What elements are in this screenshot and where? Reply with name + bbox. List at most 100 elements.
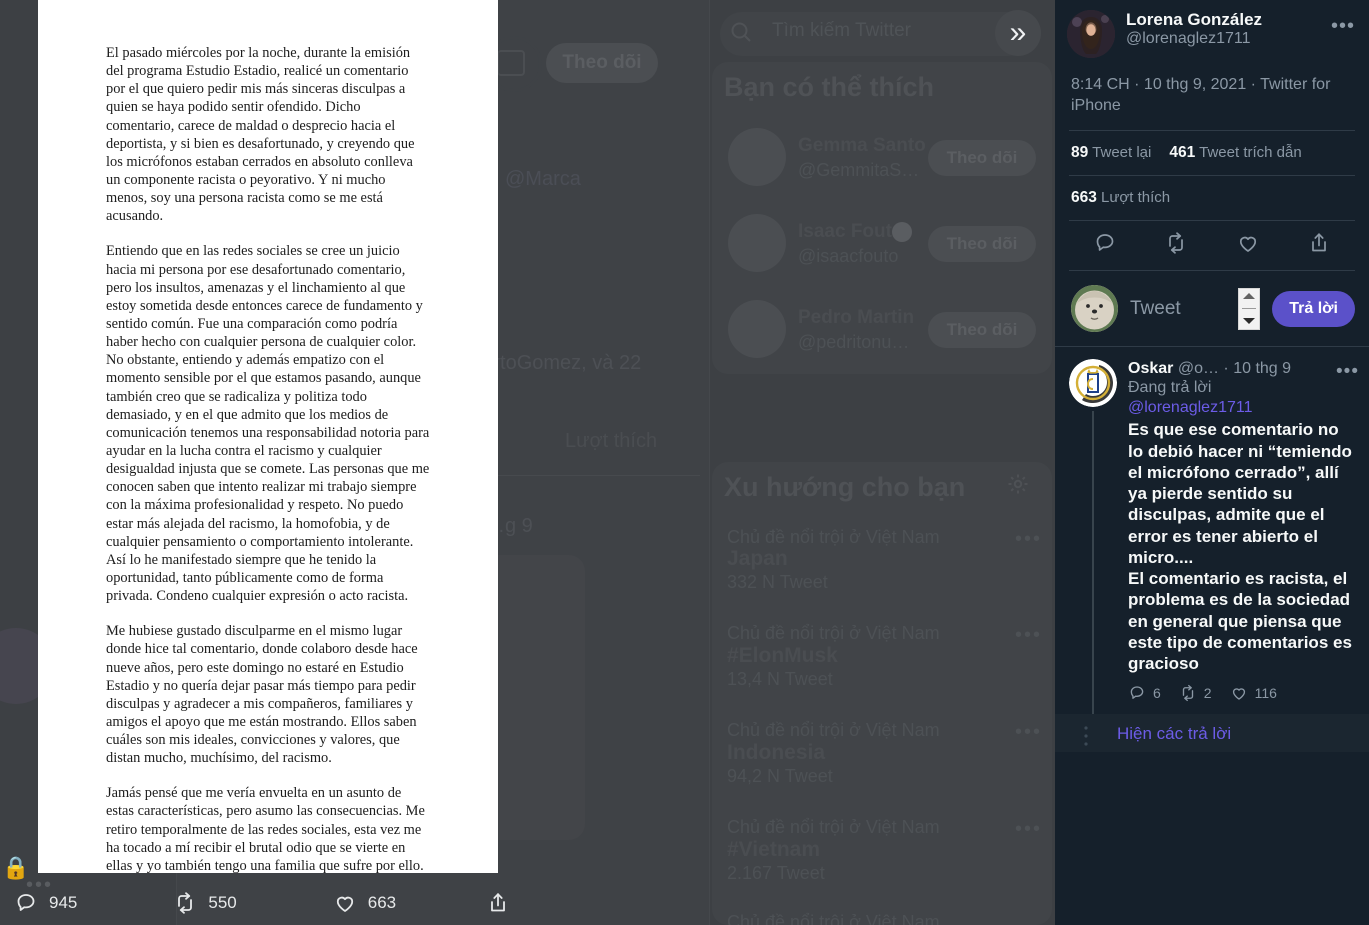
retweet-action[interactable]: 2 (1179, 684, 1212, 702)
document-paragraph: El pasado miércoles por la noche, durant… (106, 45, 415, 225)
separator: · (1223, 360, 1229, 378)
trend-name[interactable]: #Vietnam (727, 838, 820, 862)
source-handle: @Marca (505, 168, 581, 190)
tweet-stats-likes: 663 Lượt thích (1055, 176, 1369, 220)
trend-category: Chủ đề nổi trội ở Việt Nam (727, 623, 940, 643)
replying-to-handle[interactable]: @lorenaglez1711 (1128, 398, 1355, 418)
more-icon[interactable]: ••• (1015, 721, 1042, 744)
quotes-count: 461 (1169, 144, 1196, 162)
like-action[interactable]: 116 (1230, 684, 1277, 702)
retweets-label: Tweet lại (1092, 144, 1152, 162)
lock-icon: 🔒 (2, 855, 30, 880)
retweet-count: 550 (208, 892, 237, 912)
gear-icon[interactable] (1006, 472, 1030, 496)
avatar[interactable] (728, 214, 786, 272)
reply-count: 945 (49, 892, 78, 912)
tweet-actions (1055, 221, 1369, 270)
document-image-viewer[interactable]: El pasado miércoles por la noche, durant… (38, 0, 498, 873)
reply-icon (14, 891, 38, 915)
document-paragraph: Jamás pensé que me vería envuelta en un … (106, 785, 425, 873)
more-icon[interactable]: ••• (1015, 528, 1042, 551)
reply-icon[interactable] (1093, 231, 1117, 260)
follow-button[interactable]: Theo dõi (928, 226, 1036, 262)
reply-input[interactable]: Tweet (1130, 298, 1226, 320)
replying-to-label: Đang trả lời (1128, 379, 1212, 397)
trend-name[interactable]: Japan (727, 547, 788, 571)
likes-stat[interactable]: 663 Lượt thích (1071, 189, 1170, 207)
follow-button[interactable]: Theo dõi (928, 140, 1036, 176)
tweet-stats-retweets: 89 Tweet lại 461 Tweet trích dẫn (1055, 131, 1369, 175)
search-placeholder: Tìm kiếm Twitter (772, 20, 911, 41)
trends-title: Xu hướng cho bạn (724, 472, 966, 502)
more-icon[interactable]: ••• (1015, 624, 1042, 647)
tweet-author-header: Lorena González @lorenaglez1711 ••• (1055, 0, 1369, 58)
tweet-detail-panel: Lorena González @lorenaglez1711 ••• 8:14… (1055, 0, 1369, 925)
user-name[interactable]: Gemma Santo (798, 135, 926, 157)
retweet-icon (173, 891, 197, 915)
retweet-icon[interactable] (1164, 231, 1188, 260)
author-name[interactable]: Lorena González (1126, 10, 1331, 30)
trend-category: Chủ đề nổi trội ở Việt Nam (727, 817, 940, 837)
follow-button[interactable]: Theo dõi (546, 43, 658, 83)
trend-category: Chủ đề nổi trội ở Việt Nam (727, 527, 940, 547)
tweet-timestamp: 8:14 CH · 10 thg 9, 2021 · Twitter for i… (1071, 76, 1331, 115)
reply-action[interactable]: 6 (1128, 684, 1161, 702)
document-paragraph: Entiendo que en las redes sociales se cr… (106, 243, 430, 605)
retweet-count: 2 (1203, 685, 1212, 702)
reply-submit-button[interactable]: Trả lời (1272, 290, 1355, 327)
verified-badge-icon (892, 222, 912, 242)
more-icon[interactable]: ••• (1336, 361, 1359, 383)
likes-label: Lượt thích (565, 430, 658, 452)
follow-button[interactable]: Theo dõi (928, 312, 1036, 348)
show-replies-row[interactable]: Hiện các trả lời (1055, 714, 1369, 753)
reply-author-handle: @o… (1177, 360, 1219, 378)
thread-line (1092, 411, 1094, 715)
user-handle: @GemmitaS… (798, 160, 920, 180)
trend-name[interactable]: Indonesia (727, 741, 825, 765)
reply-count: 6 (1153, 685, 1161, 702)
user-name[interactable]: Pedro Martin (798, 307, 914, 329)
quotes-label: Tweet trích dẫn (1199, 144, 1302, 162)
number-spinner-icon[interactable] (1238, 287, 1261, 330)
user-name[interactable]: Isaac Fouto (798, 221, 904, 243)
reply-timestamp: 10 thg 9 (1233, 360, 1292, 378)
search-icon (729, 20, 753, 49)
like-icon (1232, 688, 1245, 701)
retweet-icon (1182, 685, 1193, 702)
avatar[interactable] (1069, 359, 1117, 408)
author-handle: @lorenaglez1711 (1126, 30, 1251, 48)
likes-count: 663 (1071, 189, 1097, 207)
who-to-follow-title: Bạn có thể thích (724, 72, 935, 102)
trend-count: 332 N Tweet (727, 572, 828, 592)
reply-action[interactable]: 945 (14, 891, 77, 915)
double-chevron-right-icon[interactable]: » (995, 10, 1041, 56)
trend-count: 94,2 N Tweet (727, 766, 833, 786)
like-icon[interactable] (1236, 231, 1260, 260)
avatar[interactable] (1071, 285, 1118, 333)
like-action[interactable]: 663 (333, 891, 396, 915)
user-handle: @pedritonu… (798, 332, 910, 352)
avatar[interactable] (1067, 10, 1115, 58)
reply-icon (1130, 686, 1144, 700)
reply-text: Es que ese comentario no lo debió hacer … (1128, 420, 1352, 674)
share-icon[interactable] (1307, 231, 1331, 260)
share-action[interactable] (486, 891, 510, 915)
trend-name[interactable]: #ElonMusk (727, 644, 838, 668)
background-left-rail (0, 0, 38, 925)
trend-count: 13,4 N Tweet (727, 669, 833, 689)
avatar[interactable] (728, 128, 786, 186)
show-replies-link[interactable]: Hiện các trả lời (1117, 724, 1231, 744)
more-icon[interactable]: ••• (1015, 818, 1042, 841)
quotes-stat[interactable]: 461 Tweet trích dẫn (1169, 144, 1301, 162)
trend-category: Chủ đề nổi trội ở Việt Nam (727, 720, 940, 740)
retweet-action[interactable]: 550 (173, 891, 237, 915)
like-count: 116 (1254, 685, 1277, 702)
more-icon[interactable]: ••• (1331, 10, 1357, 36)
avatar[interactable] (728, 300, 786, 358)
retweets-stat[interactable]: 89 Tweet lại (1071, 144, 1151, 162)
thread-dots-icon (1055, 724, 1117, 752)
reply-author-name[interactable]: Oskar (1128, 360, 1173, 377)
like-count: 663 (367, 892, 397, 912)
share-icon (486, 891, 510, 915)
retweets-count: 89 (1071, 144, 1089, 162)
